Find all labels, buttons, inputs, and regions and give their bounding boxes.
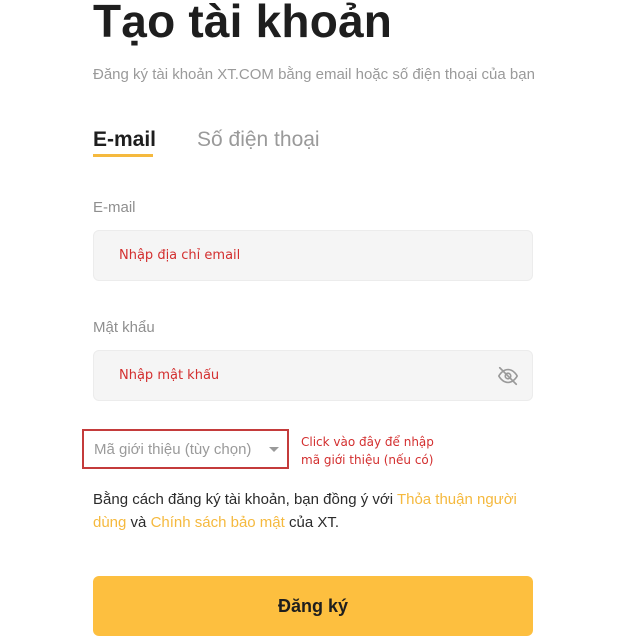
password-field-container	[93, 350, 533, 401]
terms-middle: và	[126, 514, 151, 531]
register-button[interactable]: Đăng ký	[93, 576, 533, 636]
password-label: Mật khẩu	[93, 319, 155, 336]
privacy-policy-link[interactable]: Chính sách bảo mật	[151, 514, 285, 531]
page-title: Tạo tài khoản	[93, 0, 393, 47]
caret-down-icon	[269, 447, 279, 452]
referral-code-toggle[interactable]: Mã giới thiệu (tùy chọn)	[82, 429, 289, 469]
tab-phone-number[interactable]: Số điện thoại	[197, 128, 320, 152]
tab-email[interactable]: E-mail	[93, 128, 156, 152]
terms-text: Bằng cách đăng ký tài khoản, bạn đồng ý …	[93, 488, 523, 534]
active-tab-indicator	[93, 154, 153, 157]
email-label: E-mail	[93, 199, 136, 216]
terms-prefix: Bằng cách đăng ký tài khoản, bạn đồng ý …	[93, 491, 397, 508]
password-field[interactable]	[119, 351, 489, 400]
terms-suffix: của XT.	[284, 514, 340, 531]
email-field-container	[93, 230, 533, 281]
annotation-line-2: mã giới thiệu (nếu có)	[301, 453, 434, 467]
annotation-line-1: Click vào đây để nhập	[301, 435, 434, 449]
referral-annotation: Click vào đây để nhập mã giới thiệu (nếu…	[301, 433, 434, 469]
email-field[interactable]	[119, 231, 489, 280]
page-subtitle: Đăng ký tài khoản XT.COM bằng email hoặc…	[93, 66, 535, 83]
referral-code-label: Mã giới thiệu (tùy chọn)	[94, 440, 252, 458]
eye-slash-icon[interactable]	[497, 365, 519, 387]
